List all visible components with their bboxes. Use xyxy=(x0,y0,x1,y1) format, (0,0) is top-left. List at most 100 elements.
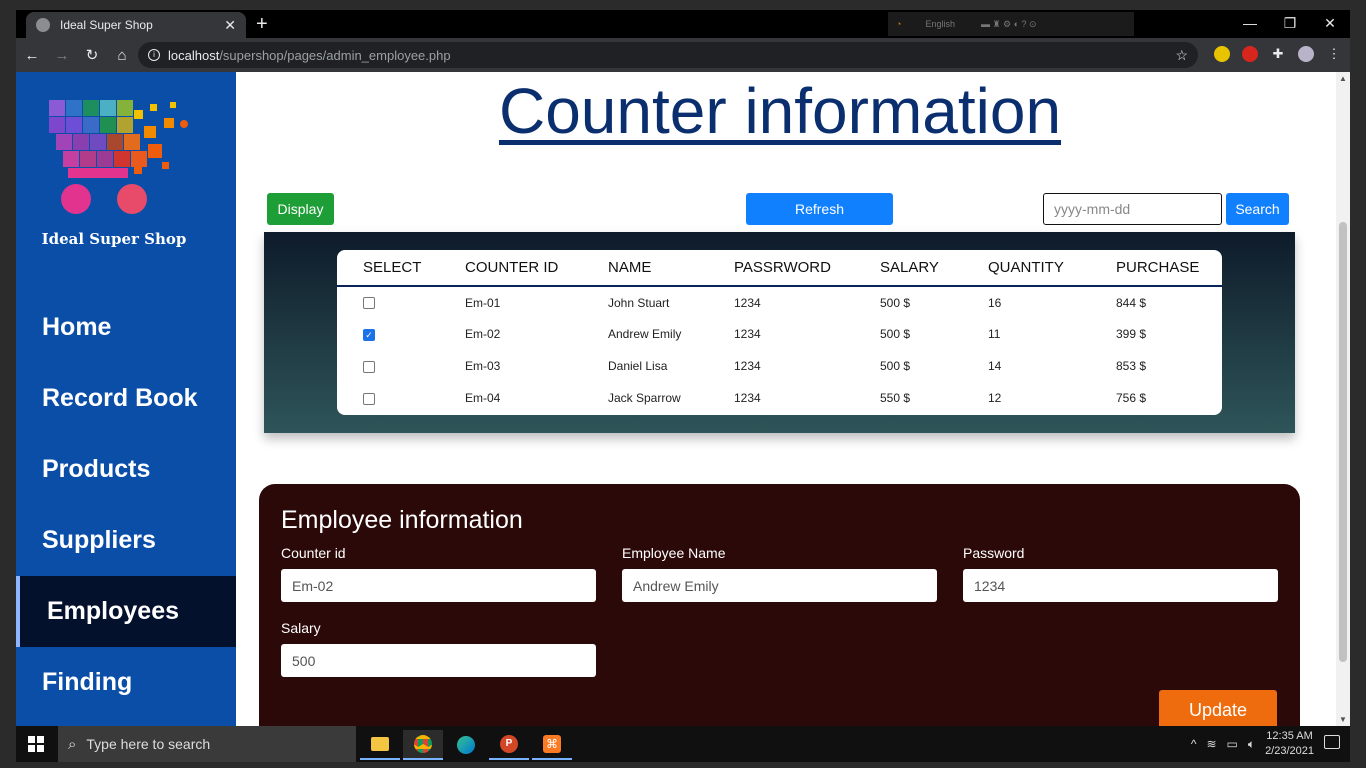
globe-icon xyxy=(36,18,50,32)
bookmark-star-icon[interactable]: ☆ xyxy=(1175,47,1188,64)
employee-name-field[interactable]: Andrew Emily xyxy=(622,569,937,602)
cell-purchase: 853 $ xyxy=(1116,359,1147,373)
employee-form: Employee information Counter id Em-02 Em… xyxy=(259,484,1300,726)
row-checkbox[interactable] xyxy=(363,392,375,405)
row-checkbox[interactable] xyxy=(363,360,375,373)
ime-app-icon[interactable]: ◔ xyxy=(896,19,901,29)
ime-toolbar-icons[interactable]: ▬ ♜ ⚙ ◐ ? ⊙ xyxy=(981,19,1037,30)
back-icon[interactable]: ← xyxy=(18,47,46,64)
edge-icon[interactable] xyxy=(446,730,486,760)
notifications-icon[interactable] xyxy=(1324,735,1340,749)
powerpoint-icon[interactable]: P xyxy=(489,730,529,760)
file-explorer-icon[interactable] xyxy=(360,730,400,760)
form-title: Employee information xyxy=(281,506,523,534)
search-button[interactable]: Search xyxy=(1226,193,1289,225)
tab-strip: Ideal Super Shop ✕ + ◔ English ▬ ♜ ⚙ ◐ ?… xyxy=(16,10,1350,38)
sidebar-item-products[interactable]: Products xyxy=(16,434,236,505)
extensions: ✚ ⋮ xyxy=(1214,46,1342,62)
window-controls: — ❐ ✕ xyxy=(1230,10,1350,38)
volume-icon[interactable]: 🔈︎ xyxy=(1248,737,1255,752)
new-tab-icon[interactable]: + xyxy=(256,13,268,36)
show-hidden-icons-icon[interactable]: ^ xyxy=(1191,737,1197,751)
info-icon[interactable]: i xyxy=(148,49,160,61)
scroll-up-icon[interactable]: ▲ xyxy=(1339,74,1347,83)
password-field[interactable]: 1234 xyxy=(963,569,1278,602)
cell-salary: 500 $ xyxy=(880,327,911,341)
table-row[interactable]: Em-04 Jack Sparrow 1234 550 $ 12 756 $ xyxy=(337,382,1222,414)
sidebar-item-employees[interactable]: Employees xyxy=(16,576,236,647)
close-tab-icon[interactable]: ✕ xyxy=(224,17,236,34)
cell-name: John Stuart xyxy=(608,295,670,310)
cell-counter-id: Em-02 xyxy=(465,327,501,341)
browser-tab[interactable]: Ideal Super Shop ✕ xyxy=(26,12,246,38)
counter-id-label: Counter id xyxy=(281,545,346,561)
date-input[interactable]: yyyy-mm-dd xyxy=(1043,193,1222,225)
restore-icon[interactable]: ❐ xyxy=(1270,10,1310,38)
column-header: COUNTER ID xyxy=(465,250,608,287)
column-header: PURCHASE xyxy=(1116,250,1222,287)
url-path: /supershop/pages/admin_employee.php xyxy=(219,47,451,63)
sidebar-nav: Home Record Book Products Suppliers Empl… xyxy=(16,292,236,718)
row-checkbox[interactable]: ✓ xyxy=(363,328,375,341)
sidebar-item-finding[interactable]: Finding xyxy=(16,647,236,718)
row-checkbox[interactable] xyxy=(363,297,375,310)
cell-quantity: 12 xyxy=(988,391,1002,405)
forward-icon[interactable]: → xyxy=(48,47,76,64)
sidebar-item-suppliers[interactable]: Suppliers xyxy=(16,505,236,576)
clock-time: 12:35 AM xyxy=(1266,730,1313,742)
refresh-button[interactable]: Refresh xyxy=(746,193,893,225)
tab-title: Ideal Super Shop xyxy=(60,18,153,32)
table-row[interactable]: Em-01 John Stuart 1234 500 $ 16 844 $ xyxy=(337,286,1222,318)
sidebar-item-record-book[interactable]: Record Book xyxy=(16,363,236,434)
cell-quantity: 16 xyxy=(988,295,1002,310)
column-header: SALARY xyxy=(880,250,988,287)
reload-icon[interactable]: ↻ xyxy=(78,46,106,64)
update-button[interactable]: Update xyxy=(1159,690,1277,726)
cell-purchase: 844 $ xyxy=(1116,295,1147,310)
scrollbar-thumb[interactable] xyxy=(1339,222,1347,662)
cell-password: 1234 xyxy=(734,391,761,405)
clock-date: 2/23/2021 xyxy=(1265,745,1314,757)
home-icon[interactable]: ⌂ xyxy=(108,47,136,64)
scroll-down-icon[interactable]: ▼ xyxy=(1339,715,1347,724)
xampp-icon[interactable]: ⌘ xyxy=(532,730,572,760)
clock[interactable]: 12:35 AM 2/23/2021 xyxy=(1265,729,1314,759)
battery-icon[interactable]: ▭ xyxy=(1227,737,1238,751)
logo-text: Ideal Super Shop xyxy=(41,230,187,248)
display-button[interactable]: Display xyxy=(267,193,334,225)
page-title: Counter information xyxy=(498,75,1062,147)
password-label: Password xyxy=(963,545,1025,561)
page-scrollbar[interactable]: ▲ ▼ xyxy=(1336,72,1350,726)
cell-password: 1234 xyxy=(734,327,761,341)
cell-salary: 500 $ xyxy=(880,295,911,310)
cell-salary: 500 $ xyxy=(880,359,911,373)
wifi-icon[interactable]: ≋ xyxy=(1206,737,1216,751)
close-window-icon[interactable]: ✕ xyxy=(1310,10,1350,38)
taskbar-search[interactable]: ⌕ Type here to search xyxy=(58,726,356,762)
shop-logo xyxy=(49,100,188,214)
table-row[interactable]: ✓ Em-02 Andrew Emily 1234 500 $ 11 399 $ xyxy=(337,318,1222,350)
salary-label: Salary xyxy=(281,620,321,636)
cell-counter-id: Em-03 xyxy=(465,359,501,373)
chrome-icon[interactable] xyxy=(403,730,443,760)
menu-icon[interactable]: ⋮ xyxy=(1326,46,1342,62)
ime-language[interactable]: English xyxy=(925,19,955,29)
counter-id-field[interactable]: Em-02 xyxy=(281,569,596,602)
cell-quantity: 14 xyxy=(988,359,1002,373)
extension-icon[interactable] xyxy=(1242,46,1258,62)
browser-toolbar: ← → ↻ ⌂ i localhost/supershop/pages/admi… xyxy=(16,38,1350,72)
system-tray: ^ ≋ ▭ 🔈︎ 12:35 AM 2/23/2021 xyxy=(1191,726,1314,762)
address-bar[interactable]: i localhost/supershop/pages/admin_employ… xyxy=(138,42,1198,68)
puzzle-icon[interactable]: ✚ xyxy=(1270,46,1286,62)
web-page: Ideal Super Shop Home Record Book Produc… xyxy=(16,72,1336,726)
cell-quantity: 11 xyxy=(988,327,1001,341)
column-header: SELECT xyxy=(337,250,465,287)
profile-avatar[interactable] xyxy=(1298,46,1314,62)
sidebar-item-home[interactable]: Home xyxy=(16,292,236,363)
salary-field[interactable]: 500 xyxy=(281,644,596,677)
minimize-icon[interactable]: — xyxy=(1230,10,1270,38)
extension-icon[interactable] xyxy=(1214,46,1230,62)
windows-start-icon[interactable] xyxy=(28,736,44,752)
taskbar: ⌕ Type here to search P ⌘ ^ ≋ ▭ 🔈︎ 12:35… xyxy=(16,726,1350,762)
table-row[interactable]: Em-03 Daniel Lisa 1234 500 $ 14 853 $ xyxy=(337,350,1222,382)
